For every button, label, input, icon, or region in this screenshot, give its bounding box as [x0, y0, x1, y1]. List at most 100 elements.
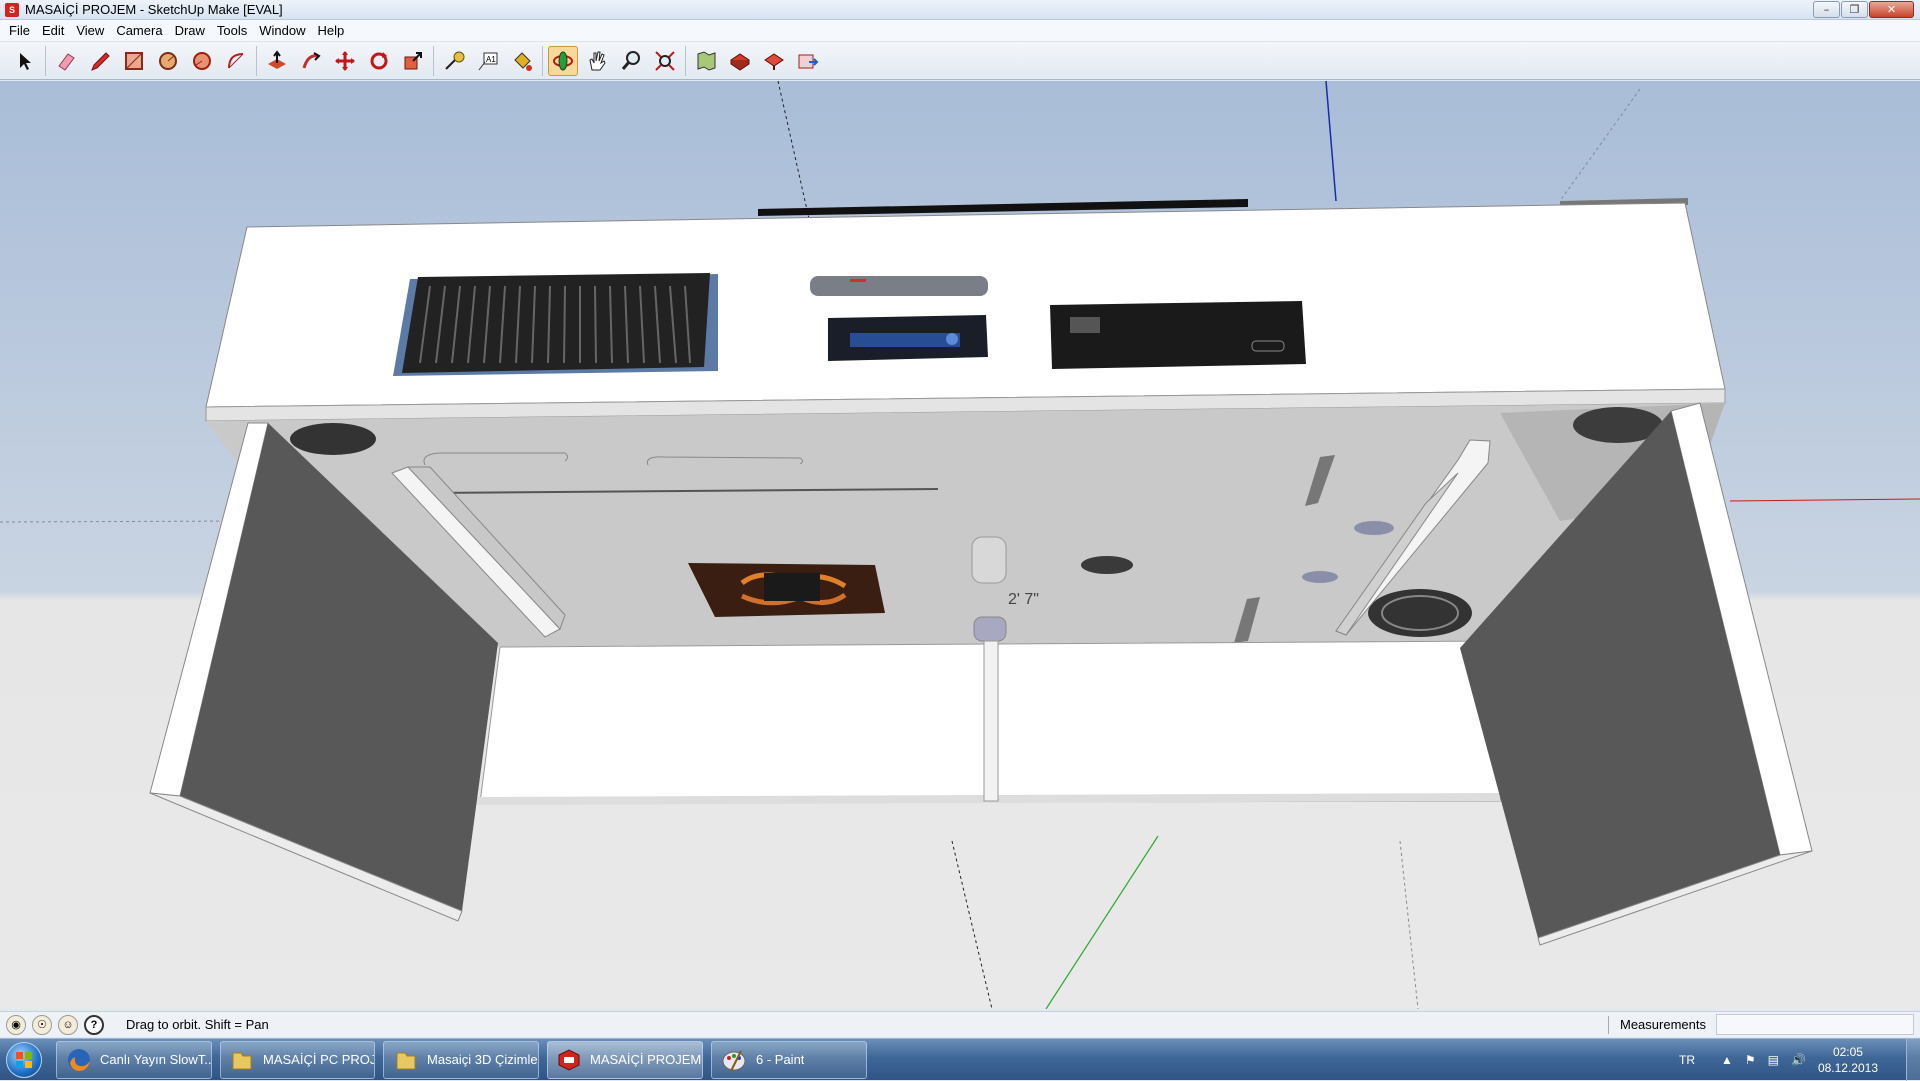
- extension-icon: [798, 54, 819, 68]
- taskbar-item-label: 6 - Paint: [756, 1052, 805, 1067]
- rectangle-icon: [125, 51, 143, 70]
- taskbar-item-folder-pc[interactable]: MASAİÇİ PC PROJ...: [220, 1040, 375, 1079]
- paint-icon: [720, 1046, 748, 1074]
- start-button[interactable]: [0, 1039, 48, 1081]
- menu-camera[interactable]: Camera: [110, 23, 168, 38]
- pan-tool-button[interactable]: [582, 46, 612, 76]
- tape-measure-tool-button[interactable]: [439, 46, 469, 76]
- menu-bar: File Edit View Camera Draw Tools Window …: [0, 20, 1920, 42]
- network-icon[interactable]: ▤: [1768, 1053, 1779, 1067]
- menu-tools[interactable]: Tools: [211, 23, 253, 38]
- volume-icon[interactable]: 🔊: [1791, 1053, 1806, 1067]
- red-axis: [1729, 498, 1920, 502]
- optical-drive: [1050, 301, 1306, 369]
- model-viewport[interactable]: 2' 7": [0, 81, 1920, 1009]
- dashed-axis: [1399, 840, 1419, 1009]
- optical-drive-logo: [1070, 317, 1100, 333]
- sketchup-icon: S: [5, 2, 19, 17]
- toolbar-separator: [685, 45, 686, 76]
- menu-window[interactable]: Window: [253, 23, 311, 38]
- zoom-extents-tool-button[interactable]: [650, 46, 680, 76]
- rotate-tool-button[interactable]: [364, 46, 394, 76]
- language-indicator[interactable]: TR: [1679, 1053, 1695, 1067]
- toolbar-separator: [45, 45, 46, 76]
- cpu-chip: [764, 573, 820, 601]
- move-tool-button[interactable]: [330, 46, 360, 76]
- menu-draw[interactable]: Draw: [169, 23, 211, 38]
- add-location-button[interactable]: [691, 46, 721, 76]
- dashed-axis: [951, 840, 993, 1009]
- zoom-extents-icon: [655, 50, 675, 71]
- maximize-button[interactable]: ❐: [1841, 1, 1868, 18]
- pencil-icon: [91, 51, 110, 71]
- dimension-label: 2' 7": [1008, 591, 1039, 608]
- clock[interactable]: 02:05 08.12.2013: [1818, 1044, 1878, 1076]
- push-pull-icon: [268, 49, 286, 69]
- svg-text:A1: A1: [486, 55, 496, 64]
- orbit-tool-button[interactable]: [548, 45, 578, 76]
- card-reader: [810, 276, 988, 296]
- paint-bucket-tool-button[interactable]: [507, 46, 537, 76]
- center-post: [983, 640, 999, 802]
- cable-hole: [290, 423, 376, 455]
- taskbar-item-label: Masaiçi 3D Çizimler: [427, 1052, 538, 1067]
- taskbar-item-folder-3d[interactable]: Masaiçi 3D Çizimler: [383, 1040, 539, 1079]
- extension-warehouse-button[interactable]: [793, 46, 823, 76]
- measurements-input[interactable]: [1716, 1014, 1914, 1035]
- orbit-icon: [553, 51, 573, 70]
- 3d-warehouse-button[interactable]: [725, 46, 755, 76]
- folder-icon: [392, 1046, 419, 1074]
- line-tool-button[interactable]: [85, 46, 115, 76]
- fan-controller-knob: [946, 333, 958, 345]
- folder-icon: [229, 1046, 255, 1074]
- menu-help[interactable]: Help: [312, 23, 351, 38]
- taskbar-item-firefox[interactable]: Canlı Yayın SlowT...: [56, 1040, 212, 1079]
- window-title: MASAİÇİ PROJEM - SketchUp Make [EVAL]: [25, 2, 283, 17]
- show-hidden-icons-icon[interactable]: ▲: [1721, 1053, 1733, 1067]
- toolbar-separator: [542, 45, 543, 76]
- show-desktop-button[interactable]: [1906, 1039, 1920, 1081]
- taskbar-item-sketchup[interactable]: MASAİÇİ PROJEM...: [547, 1040, 703, 1079]
- circle-tool-button[interactable]: [153, 46, 183, 76]
- radiator-grill: [402, 273, 710, 373]
- polygon-icon: [193, 51, 211, 70]
- user-icon[interactable]: ☺: [58, 1014, 78, 1035]
- cable-hole: [1081, 556, 1133, 574]
- text-tool-button[interactable]: A1: [473, 46, 503, 76]
- menu-file[interactable]: File: [3, 23, 36, 38]
- rectangle-tool-button[interactable]: [119, 46, 149, 76]
- taskbar-item-paint[interactable]: 6 - Paint: [711, 1040, 867, 1079]
- status-bar: ◉ ☉ ☺ ? Drag to orbit. Shift = Pan Measu…: [0, 1011, 1920, 1037]
- taskbar: Canlı Yayın SlowT... MASAİÇİ PC PROJ... …: [0, 1038, 1920, 1081]
- taskbar-item-label: MASAİÇİ PROJEM...: [590, 1052, 702, 1067]
- menu-view[interactable]: View: [70, 23, 110, 38]
- cable-hole: [1302, 571, 1338, 583]
- rotate-icon: [370, 51, 388, 69]
- close-button[interactable]: ✕: [1869, 1, 1914, 18]
- help-icon[interactable]: ?: [84, 1014, 104, 1035]
- minimize-button[interactable]: –: [1813, 1, 1840, 18]
- toolbar: A1: [0, 42, 1920, 80]
- arc-tool-button[interactable]: [221, 46, 251, 76]
- hand-icon: [589, 51, 606, 70]
- scale-tool-button[interactable]: [398, 46, 428, 76]
- menu-edit[interactable]: Edit: [36, 23, 70, 38]
- credits-icon[interactable]: ☉: [32, 1014, 52, 1035]
- sketchup-icon: [556, 1046, 582, 1074]
- follow-me-icon: [302, 51, 321, 68]
- polygon-tool-button[interactable]: [187, 46, 217, 76]
- follow-me-tool-button[interactable]: [296, 46, 326, 76]
- share-model-button[interactable]: [759, 46, 789, 76]
- push-pull-tool-button[interactable]: [262, 46, 292, 76]
- flag-icon[interactable]: ⚑: [1745, 1053, 1756, 1067]
- arc-icon: [228, 52, 244, 68]
- taskbar-item-label: Canlı Yayın SlowT...: [100, 1052, 211, 1067]
- fan-controller-display: [850, 333, 960, 347]
- select-tool-button[interactable]: [10, 46, 40, 76]
- move-icon: [335, 50, 355, 71]
- eraser-tool-button[interactable]: [51, 46, 81, 76]
- zoom-tool-button[interactable]: [616, 46, 646, 76]
- eraser-icon: [58, 52, 75, 71]
- geo-location-icon[interactable]: ◉: [6, 1014, 26, 1035]
- toolbar-separator: [433, 45, 434, 76]
